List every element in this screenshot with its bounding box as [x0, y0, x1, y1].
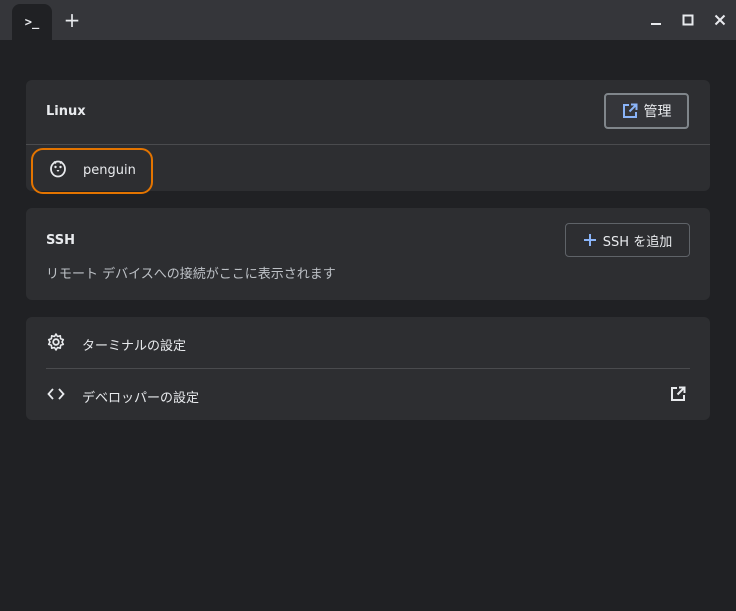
plus-icon — [583, 234, 596, 246]
terminal-tab[interactable]: >_ — [12, 4, 52, 40]
ssh-card: SSH SSH を追加 リモート デバイスへの接続がここに表示されます — [26, 208, 710, 300]
penguin-icon — [50, 160, 66, 178]
open-in-new-icon — [622, 103, 637, 118]
linux-card: Linux 管理 penguin — [26, 80, 710, 194]
developer-settings-row[interactable]: デベロッパーの設定 — [26, 369, 710, 420]
minimize-button[interactable] — [646, 10, 666, 30]
penguin-container-item[interactable]: penguin — [31, 148, 153, 194]
linux-title: Linux — [46, 104, 86, 119]
maximize-button[interactable] — [678, 10, 698, 30]
close-icon — [714, 14, 726, 26]
open-in-new-icon — [671, 386, 686, 401]
manage-button[interactable]: 管理 — [604, 93, 689, 129]
tab-label: >_ — [24, 15, 40, 29]
ssh-description: リモート デバイスへの接続がここに表示されます — [46, 267, 336, 282]
new-tab-button[interactable]: + — [60, 8, 84, 32]
close-button[interactable] — [710, 10, 730, 30]
ssh-title: SSH — [46, 233, 76, 248]
minimize-icon — [651, 23, 661, 25]
developer-settings-label: デベロッパーの設定 — [82, 391, 200, 406]
penguin-label: penguin — [83, 163, 136, 178]
add-ssh-button[interactable]: SSH を追加 — [565, 223, 690, 257]
plus-icon: + — [63, 8, 81, 32]
linux-divider — [26, 144, 710, 145]
manage-label: 管理 — [643, 104, 672, 120]
add-ssh-label: SSH を追加 — [602, 234, 673, 250]
settings-card: ターミナルの設定 デベロッパーの設定 — [26, 317, 710, 420]
terminal-settings-label: ターミナルの設定 — [82, 339, 187, 354]
code-icon — [47, 388, 65, 400]
title-bar: >_ + — [0, 0, 736, 40]
maximize-icon — [682, 14, 694, 26]
gear-icon — [47, 333, 65, 351]
terminal-settings-row[interactable]: ターミナルの設定 — [26, 317, 710, 368]
